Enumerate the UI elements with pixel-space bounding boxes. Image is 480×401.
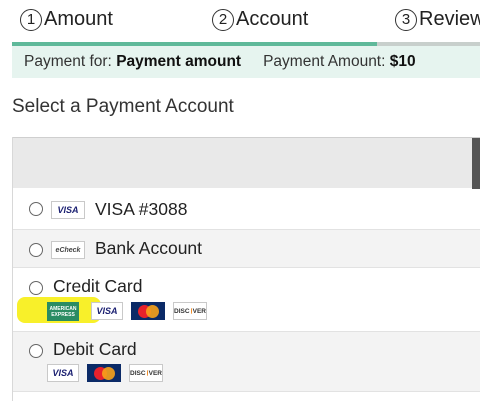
payment-amount-value: $10 [389,53,416,70]
echeck-logo-icon: eCheck [51,241,85,259]
step-label: Amount [44,8,113,30]
payment-account-list: VISA VISA #3088 eCheck Bank Account Cred… [12,137,480,401]
payment-for-label: Payment for: [24,53,112,70]
step-label: Review [419,8,480,30]
discover-logo-icon: DISC VER [173,302,207,320]
amex-logo-icon: AMERICAN EXPRESS [47,302,79,321]
checkout-stepper: 1 Amount 2 Account 3 Review [0,0,480,44]
step-review[interactable]: 3 Review [395,8,480,31]
account-label: VISA #3088 [95,199,188,219]
account-label: Bank Account [95,238,203,258]
step-label: Account [236,8,309,30]
section-title: Select a Payment Account [12,96,234,117]
account-label: Credit Card [53,276,143,296]
account-row-visa-3088[interactable]: VISA VISA #3088 [13,188,480,230]
account-row-debit-card[interactable]: Debit Card VISA DISC VER [13,332,480,392]
radio-button[interactable] [29,344,43,358]
radio-button[interactable] [29,243,43,257]
account-label: Debit Card [53,339,137,359]
radio-button[interactable] [29,202,43,216]
step-number: 3 [395,8,417,31]
visa-logo-icon: VISA [51,201,85,219]
visa-logo-icon: VISA [47,364,79,382]
step-account[interactable]: 2 Account [212,8,308,31]
step-number: 1 [20,8,42,31]
mastercard-logo-icon [87,364,121,382]
discover-logo-icon: DISC VER [129,364,163,382]
scrollbar-thumb[interactable] [472,138,480,189]
payment-for-value: Payment amount [116,53,242,70]
mastercard-logo-icon [131,302,165,320]
list-header [13,137,480,189]
radio-button[interactable] [29,281,43,295]
account-row-credit-card[interactable]: Credit Card AMERICAN EXPRESS VISA DISC VE… [13,268,480,332]
step-amount[interactable]: 1 Amount [20,8,113,31]
visa-logo-icon: VISA [91,302,123,320]
step-number: 2 [212,8,234,31]
account-row-bank[interactable]: eCheck Bank Account [13,230,480,268]
payment-amount-label: Payment Amount: [263,53,386,70]
payment-summary: Payment for: Payment amount Payment Amou… [12,46,480,78]
